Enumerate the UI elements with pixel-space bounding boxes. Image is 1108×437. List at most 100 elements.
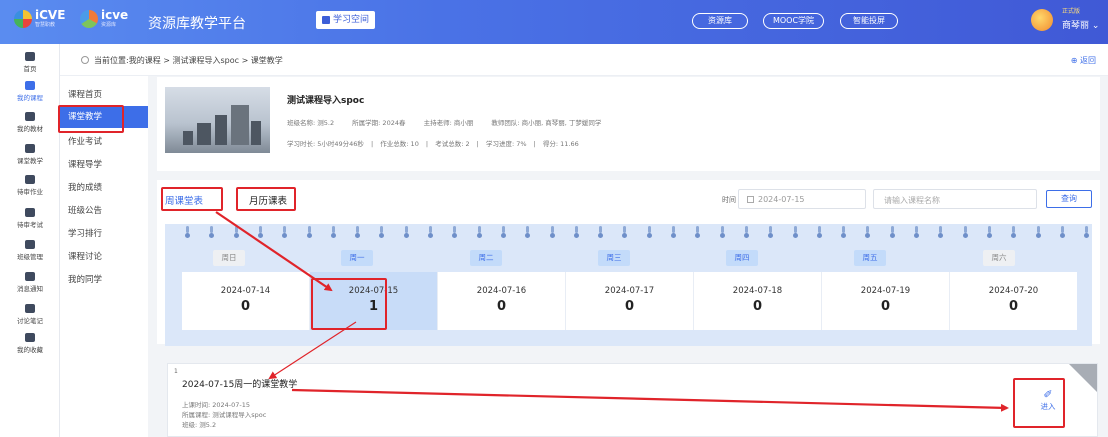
resource-library-logo[interactable]: icve 资源库 — [80, 9, 128, 28]
binder-ring — [914, 226, 919, 238]
notes-icon — [25, 304, 35, 313]
day-cell-2024-07-16[interactable]: 2024-07-16 0 — [438, 272, 566, 330]
submenu-classmates[interactable]: 我的同学 — [60, 269, 148, 291]
breadcrumb-text[interactable]: 当前位置:我的课程 > 测试课程导入spoc > 课堂教学 — [94, 55, 283, 66]
study-progress: 学习进度: 7% — [485, 140, 527, 148]
back-label: 返回 — [1080, 56, 1096, 65]
weekday-tue: 周二 — [470, 250, 502, 266]
tab-month-calendar[interactable]: 月历课表 — [249, 193, 287, 207]
weekday-thu: 周四 — [726, 250, 758, 266]
binder-ring — [622, 226, 628, 238]
nav-messages[interactable]: 消息通知 — [0, 272, 60, 293]
course-title: 测试课程导入spoc — [287, 96, 365, 106]
binder-ring — [209, 226, 215, 238]
day-cell-2024-07-15[interactable]: 2024-07-15 1 — [310, 272, 438, 330]
nav-messages-label: 消息通知 — [17, 285, 43, 293]
day-date: 2024-07-18 — [732, 286, 783, 296]
message-icon — [25, 272, 35, 281]
lesson-course: 所属课程: 测试课程导入spoc — [182, 411, 267, 419]
binder-ring — [355, 226, 361, 238]
binder-ring — [938, 226, 944, 238]
corner-ribbon — [1069, 364, 1097, 392]
course-search-input[interactable]: 请输入课程名称 — [873, 189, 1037, 209]
day-cell-2024-07-14[interactable]: 2024-07-14 0 — [182, 272, 310, 330]
course-stats: 学习时长: 5小时49分46秒 | 作业总数: 10 | 考试总数: 2 | 学… — [287, 138, 584, 148]
weekday-sat: 周六 — [983, 250, 1015, 266]
binder-ring — [598, 226, 604, 238]
binder-ring — [1059, 226, 1065, 238]
submenu-course-discussion[interactable]: 课程讨论 — [60, 246, 148, 268]
nav-pending-homework[interactable]: 待审作业 — [0, 175, 60, 196]
day-count: 0 — [240, 299, 251, 314]
icve-logo[interactable]: iCVE 智慧职教 — [14, 9, 65, 28]
binder-ring — [549, 226, 555, 238]
enter-button[interactable]: ✐ 进入 — [1028, 389, 1068, 412]
schedule-panel: 周课堂表 月历课表 时间 2024-07-15 请输入课程名称 查询 周日 周一… — [157, 180, 1100, 346]
weekday-wed: 周三 — [598, 250, 630, 266]
day-cell-2024-07-19[interactable]: 2024-07-19 0 — [822, 272, 950, 330]
user-avatar[interactable] — [1031, 9, 1053, 31]
nav-pending-exams[interactable]: 待审考试 — [0, 208, 60, 229]
back-button[interactable]: ⊕ 返回 — [1071, 55, 1096, 66]
day-cell-2024-07-17[interactable]: 2024-07-17 0 — [566, 272, 694, 330]
top-bar: iCVE 智慧职教 icve 资源库 资源库教学平台 学习空间 资源库 MOOC学院… — [0, 0, 1108, 44]
submenu-course-home[interactable]: 课程首页 — [60, 84, 148, 106]
nav-classroom-teaching[interactable]: 课堂教学 — [0, 144, 60, 165]
platform-title: 资源库教学平台 — [148, 16, 246, 32]
nav-discussion-notes[interactable]: 讨论笔记 — [0, 304, 60, 325]
homework-icon — [25, 175, 35, 184]
day-date: 2024-07-19 — [860, 286, 911, 296]
day-cell-2024-07-18[interactable]: 2024-07-18 0 — [694, 272, 822, 330]
user-name-text: 商琴丽 — [1062, 21, 1090, 31]
binder-ring — [671, 226, 676, 238]
week-calendar: 周日 周一 周二 周三 周四 周五 周六 2024-07-14 0 2024-07… — [165, 224, 1092, 346]
submenu-homework-exam[interactable]: 作业考试 — [60, 131, 148, 153]
mooc-college-pill[interactable]: MOOC学院 — [763, 13, 824, 29]
enter-icon: ✐ — [1043, 388, 1053, 401]
icve-logo-icon — [14, 9, 32, 28]
submenu-class-notice[interactable]: 班级公告 — [60, 200, 148, 222]
nav-class-management[interactable]: 班级管理 — [0, 240, 60, 261]
binder-ring — [962, 226, 968, 238]
logo2-subtext: 资源库 — [101, 22, 117, 28]
nav-favorites-label: 我的收藏 — [17, 346, 43, 354]
user-name[interactable]: 商琴丽 ⌄ — [1062, 18, 1099, 31]
query-button[interactable]: 查询 — [1046, 190, 1092, 208]
binder-ring — [379, 226, 385, 238]
day-date: 2024-07-17 — [604, 286, 655, 296]
nav-my-courses[interactable]: 我的课程 — [0, 81, 60, 102]
nav-home[interactable]: 首页 — [0, 52, 60, 73]
lesson-index: 1 — [174, 368, 178, 375]
course-meta: 班级名称: 测5.2 所属学期: 2024春 主持老师: 商小丽 教师团队: 商… — [287, 117, 617, 127]
nav-pending-exams-label: 待审考试 — [17, 221, 43, 229]
study-space-button[interactable]: 学习空间 — [316, 11, 376, 29]
resource-library-pill[interactable]: 资源库 — [692, 13, 748, 29]
exam-icon — [25, 208, 35, 217]
logo1-text: iCVE — [35, 8, 66, 22]
breadcrumb: 当前位置:我的课程 > 测试课程导入spoc > 课堂教学 ⊕ 返回 — [60, 44, 1108, 76]
day-count: 1 — [368, 299, 379, 314]
calendar-icon — [747, 196, 754, 203]
date-value: 2024-07-15 — [758, 195, 805, 204]
date-picker[interactable]: 2024-07-15 — [738, 189, 866, 209]
courses-icon — [25, 81, 35, 90]
tab-week-schedule[interactable]: 周课堂表 — [165, 193, 203, 207]
binder-ring — [476, 226, 482, 238]
submenu-classroom-teaching[interactable]: 课堂教学 — [60, 106, 148, 128]
binder-ring — [1084, 226, 1090, 238]
submenu-study-ranking[interactable]: 学习排行 — [60, 223, 148, 245]
day-cell-2024-07-20[interactable]: 2024-07-20 0 — [950, 272, 1077, 330]
binder-ring — [768, 226, 774, 238]
smart-projection-pill[interactable]: 智能投屏 — [840, 13, 898, 29]
binder-ring — [233, 226, 239, 238]
study-space-label: 学习空间 — [333, 15, 370, 25]
class-icon — [25, 240, 35, 249]
submenu-course-guide[interactable]: 课程导学 — [60, 154, 148, 176]
binder-ring — [1035, 226, 1041, 238]
nav-favorites[interactable]: 我的收藏 — [0, 333, 60, 354]
home-icon — [25, 52, 35, 61]
nav-my-textbooks[interactable]: 我的教材 — [0, 112, 60, 133]
binder-ring — [525, 226, 531, 238]
submenu-my-grades[interactable]: 我的成绩 — [60, 177, 148, 199]
day-count: 0 — [624, 299, 635, 314]
